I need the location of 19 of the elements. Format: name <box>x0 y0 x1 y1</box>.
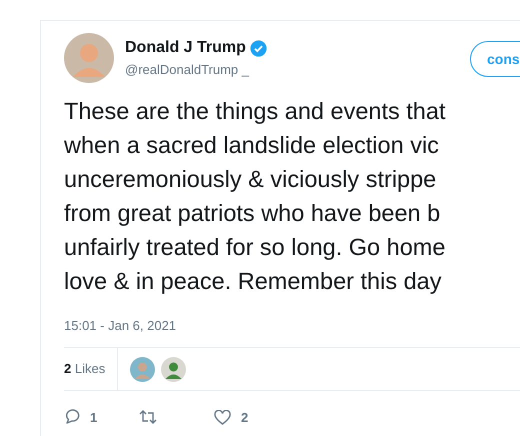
reply-button[interactable]: 1 <box>64 409 139 425</box>
reply-icon <box>64 409 80 425</box>
action-button[interactable]: cons <box>470 41 520 77</box>
tweet-text-line: from great patriots who have been b <box>64 199 440 228</box>
avatar <box>64 33 114 83</box>
tweet-text-line: when a sacred landslide election vic <box>64 131 439 160</box>
tweet-text-line: love & in peace. Remember this day <box>64 267 442 296</box>
tweet-text-line: unceremoniously & viciously strippe <box>64 165 436 194</box>
like-button[interactable]: 2 <box>214 409 289 425</box>
timestamp[interactable]: 15:01 - Jan 6, 2021 <box>64 318 520 333</box>
retweet-icon <box>139 410 157 424</box>
avatar <box>130 356 156 382</box>
author-name[interactable]: Donald J Trump <box>125 39 246 57</box>
tweet-text-line: These are the things and events that <box>64 97 446 126</box>
heart-icon <box>214 410 231 424</box>
avatar <box>161 356 186 382</box>
tweet-text-line: unfairly treated for so long. Go home <box>64 233 446 262</box>
author-handle[interactable]: @realDonaldTrump _ <box>125 62 267 77</box>
likes-count[interactable]: 2 Likes <box>64 348 118 390</box>
